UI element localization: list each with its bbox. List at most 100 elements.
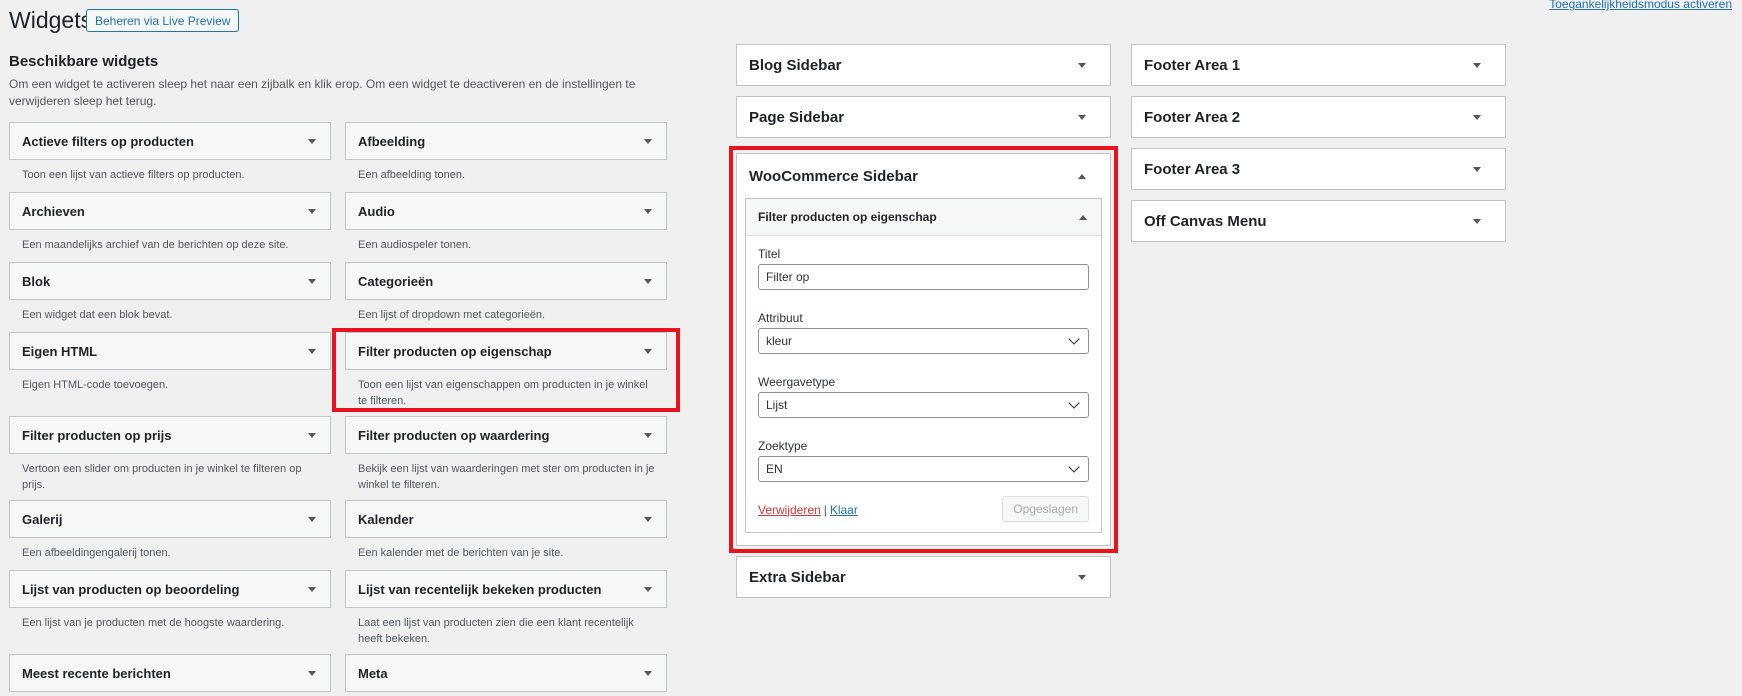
widget-title-bar[interactable]: Archieven: [9, 192, 331, 230]
widget-title-bar[interactable]: Meta: [345, 654, 667, 692]
widget-item[interactable]: Galerij Een afbeeldingengalerij tonen.: [9, 500, 331, 570]
widget-title: Archieven: [22, 203, 85, 219]
sidebar-header[interactable]: Extra Sidebar: [737, 557, 1110, 597]
expand-icon[interactable]: [644, 586, 652, 592]
sidebar-extra[interactable]: Extra Sidebar: [736, 556, 1111, 598]
attribute-select[interactable]: kleur: [758, 328, 1089, 354]
widget-title-bar[interactable]: Lijst van producten op beoordeling: [9, 570, 331, 608]
widget-title-bar[interactable]: Meest recente berichten: [9, 654, 331, 692]
widget-description: Laat een lijst van producten zien die ee…: [358, 617, 634, 645]
collapse-icon[interactable]: [1078, 173, 1086, 179]
widget-description: Toon een lijst van eigenschappen om prod…: [358, 379, 648, 407]
highlighted-widget-item[interactable]: Filter producten op eigenschap Toon een …: [332, 328, 680, 412]
widget-item[interactable]: Kalender Een kalender met de berichten v…: [345, 500, 667, 570]
expand-icon[interactable]: [644, 348, 652, 354]
collapse-icon[interactable]: [1079, 214, 1087, 220]
expand-icon[interactable]: [1078, 114, 1086, 120]
widget-title: Actieve filters op producten: [22, 133, 194, 149]
widget-title-bar[interactable]: Filter producten op eigenschap: [345, 332, 667, 370]
sidebar-header[interactable]: Footer Area 1: [1132, 45, 1505, 85]
chevron-down-icon: [1068, 333, 1080, 345]
expand-icon[interactable]: [1473, 62, 1481, 68]
widget-item[interactable]: Meest recente berichten: [9, 654, 331, 694]
widget-title-bar[interactable]: Categorieën: [345, 262, 667, 300]
sidebar-blog[interactable]: Blog Sidebar: [736, 44, 1111, 86]
delete-link[interactable]: Verwijderen: [758, 503, 821, 517]
widget-title-bar[interactable]: Eigen HTML: [9, 332, 331, 370]
widget-title-bar[interactable]: Audio: [345, 192, 667, 230]
available-widgets-list: Actieve filters op producten Toon een li…: [9, 122, 680, 694]
sidebar-header[interactable]: Blog Sidebar: [737, 45, 1110, 85]
sidebar-footer-area-3[interactable]: Footer Area 3: [1131, 148, 1506, 190]
sidebar-footer-area-1[interactable]: Footer Area 1: [1131, 44, 1506, 86]
live-preview-button[interactable]: Beheren via Live Preview: [86, 9, 240, 32]
widget-item[interactable]: Blok Een widget dat een blok bevat.: [9, 262, 331, 332]
expand-icon[interactable]: [308, 278, 316, 284]
expand-icon[interactable]: [308, 138, 316, 144]
expand-icon[interactable]: [308, 348, 316, 354]
widget-title-bar[interactable]: Afbeelding: [345, 122, 667, 160]
expand-icon[interactable]: [1473, 114, 1481, 120]
sidebar-title: Page Sidebar: [749, 108, 845, 126]
widget-title-bar[interactable]: Galerij: [9, 500, 331, 538]
widget-item[interactable]: Filter producten op prijs Vertoon een sl…: [9, 416, 331, 500]
display-type-select[interactable]: Lijst: [758, 392, 1089, 418]
expand-icon[interactable]: [644, 432, 652, 438]
expand-icon[interactable]: [1473, 166, 1481, 172]
sidebar-header[interactable]: Page Sidebar: [737, 97, 1110, 137]
widget-title: Eigen HTML: [22, 343, 98, 359]
expand-icon[interactable]: [308, 432, 316, 438]
expand-icon[interactable]: [1078, 62, 1086, 68]
sidebar-header[interactable]: Footer Area 2: [1132, 97, 1505, 137]
title-input-value: Filter op: [766, 270, 810, 284]
widget-title-bar[interactable]: Blok: [9, 262, 331, 300]
save-button[interactable]: Opgeslagen: [1002, 496, 1089, 522]
expand-icon[interactable]: [308, 208, 316, 214]
widget-item[interactable]: Filter producten op waardering Bekijk ee…: [345, 416, 667, 500]
expand-icon[interactable]: [308, 670, 316, 676]
sidebar-off-canvas-menu[interactable]: Off Canvas Menu: [1131, 200, 1506, 242]
widget-item[interactable]: Afbeelding Een afbeelding tonen.: [345, 122, 667, 192]
widget-title-bar[interactable]: Kalender: [345, 500, 667, 538]
sidebar-header[interactable]: Off Canvas Menu: [1132, 201, 1505, 241]
expand-icon[interactable]: [1473, 218, 1481, 224]
widget-item[interactable]: Lijst van producten op beoordeling Een l…: [9, 570, 331, 654]
widget-title-bar[interactable]: Filter producten op prijs: [9, 416, 331, 454]
open-widget-header[interactable]: Filter producten op eigenschap: [746, 199, 1101, 236]
sidebar-woocommerce[interactable]: WooCommerce Sidebar Filter producten op …: [736, 153, 1111, 546]
expand-icon[interactable]: [1078, 574, 1086, 580]
sidebar-page[interactable]: Page Sidebar: [736, 96, 1111, 138]
sidebar-title: Off Canvas Menu: [1144, 212, 1267, 230]
expand-icon[interactable]: [308, 516, 316, 522]
widget-title-bar[interactable]: Filter producten op waardering: [345, 416, 667, 454]
widget-item[interactable]: Meta: [345, 654, 667, 694]
expand-icon[interactable]: [308, 586, 316, 592]
widget-item[interactable]: Eigen HTML Eigen HTML-code toevoegen.: [9, 332, 331, 416]
widget-title-bar[interactable]: Lijst van recentelijk bekeken producten: [345, 570, 667, 608]
widget-item[interactable]: Lijst van recentelijk bekeken producten …: [345, 570, 667, 654]
attribute-label: Attribuut: [758, 311, 803, 325]
expand-icon[interactable]: [644, 516, 652, 522]
query-type-select[interactable]: EN: [758, 456, 1089, 482]
widget-item[interactable]: Categorieën Een lijst of dropdown met ca…: [345, 262, 667, 332]
widget-item[interactable]: Actieve filters op producten Toon een li…: [9, 122, 331, 192]
title-input[interactable]: Filter op: [758, 264, 1089, 290]
sidebar-header[interactable]: WooCommerce Sidebar: [737, 154, 1110, 198]
widget-description: Een lijst van je producten met de hoogst…: [22, 617, 285, 629]
sidebar-title: Footer Area 2: [1144, 108, 1241, 126]
widget-description: Vertoon een slider om producten in je wi…: [22, 463, 302, 491]
widget-item[interactable]: Archieven Een maandelijks archief van de…: [9, 192, 331, 262]
widget-title: Kalender: [358, 511, 414, 527]
widget-description: Bekijk een lijst van waarderingen met st…: [358, 463, 655, 491]
expand-icon[interactable]: [644, 208, 652, 214]
expand-icon[interactable]: [644, 278, 652, 284]
expand-icon[interactable]: [644, 670, 652, 676]
widget-item[interactable]: Audio Een audiospeler tonen.: [345, 192, 667, 262]
expand-icon[interactable]: [644, 138, 652, 144]
done-link[interactable]: Klaar: [830, 503, 858, 517]
widget-title: Blok: [22, 273, 51, 289]
widget-title-bar[interactable]: Actieve filters op producten: [9, 122, 331, 160]
sidebar-header[interactable]: Footer Area 3: [1132, 149, 1505, 189]
accessibility-mode-link[interactable]: Toegankelijkheidsmodus activeren: [1549, 0, 1732, 11]
sidebar-footer-area-2[interactable]: Footer Area 2: [1131, 96, 1506, 138]
